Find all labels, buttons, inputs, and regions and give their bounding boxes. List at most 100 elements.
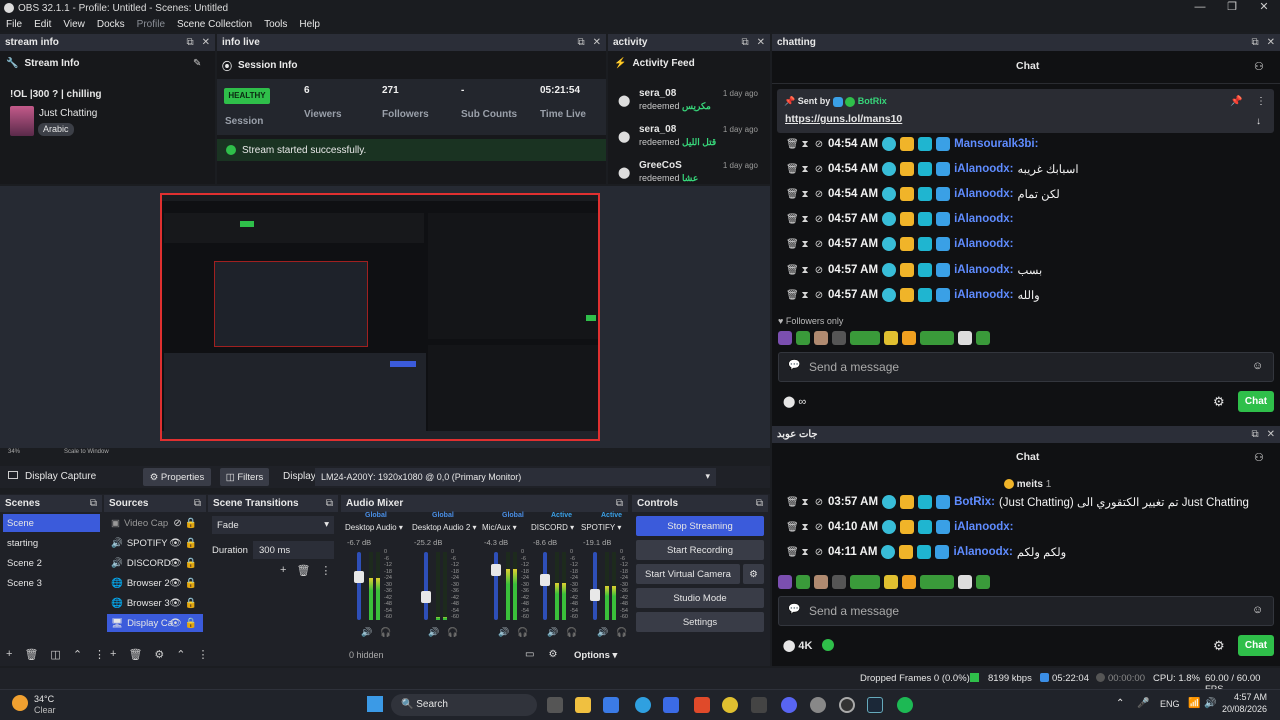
monitor-headphones-icon[interactable]: 🎧 bbox=[566, 627, 577, 638]
channel-name[interactable]: Mic/Aux ▾ bbox=[482, 523, 517, 532]
weather-desc[interactable]: Clear bbox=[34, 705, 56, 715]
message-user[interactable]: iAlanoodx: bbox=[954, 188, 1013, 200]
ban-icon[interactable]: ⊘ bbox=[814, 239, 824, 250]
mute-icon[interactable]: 🔊 bbox=[597, 627, 608, 638]
minimize-button[interactable]: — bbox=[1184, 0, 1216, 16]
emote-icon[interactable] bbox=[958, 575, 972, 589]
volume-knob[interactable] bbox=[421, 590, 431, 603]
close-dock-icon[interactable]: ✕ bbox=[593, 37, 601, 48]
chat-message[interactable]: 🗑 ⧗ ⊘ 04:57 AM iAlanoodx: bbox=[786, 207, 1018, 231]
ban-icon[interactable]: ⊘ bbox=[814, 522, 824, 533]
add-icon[interactable]: + bbox=[6, 648, 12, 661]
users-icon[interactable]: ⚇ bbox=[1254, 60, 1264, 73]
studio-mode-button[interactable]: Studio Mode bbox=[636, 588, 764, 608]
mute-icon[interactable]: 🔊 bbox=[498, 627, 509, 638]
menu-profile[interactable]: Profile bbox=[131, 19, 171, 30]
chat1-send-button[interactable]: Chat bbox=[1238, 391, 1274, 412]
message-user[interactable]: iAlanoodx: bbox=[954, 264, 1013, 276]
timeout-icon[interactable]: ⧗ bbox=[800, 239, 810, 250]
ban-icon[interactable]: ⊘ bbox=[814, 497, 824, 508]
emote-icon[interactable] bbox=[902, 331, 916, 345]
emote-icon[interactable] bbox=[902, 575, 916, 589]
ban-icon[interactable]: ⊘ bbox=[814, 164, 824, 175]
close-dock-icon[interactable]: ✕ bbox=[757, 37, 765, 48]
monitor-headphones-icon[interactable]: 🎧 bbox=[616, 627, 627, 638]
display-select[interactable]: LM24-A200Y: 1920x1080 @ 0,0 (Primary Mon… bbox=[315, 468, 716, 486]
up-icon[interactable]: ⌃ bbox=[73, 648, 82, 661]
monitor-headphones-icon[interactable]: 🎧 bbox=[517, 627, 528, 638]
trash-icon[interactable]: 🗑 bbox=[786, 290, 799, 301]
trash-icon[interactable]: 🗑 bbox=[786, 265, 799, 276]
eye-lock-icons[interactable]: 👁 🔒 bbox=[169, 578, 197, 589]
volume-slider[interactable] bbox=[424, 552, 428, 620]
volume-slider[interactable] bbox=[543, 552, 547, 620]
discord-icon[interactable] bbox=[781, 697, 797, 713]
emote-icon[interactable] bbox=[850, 575, 880, 589]
language-indicator[interactable]: ENG bbox=[1160, 699, 1180, 709]
steam-icon[interactable] bbox=[867, 697, 883, 713]
channel-name[interactable]: SPOTIFY ▾ bbox=[581, 523, 621, 532]
volume-knob[interactable] bbox=[540, 573, 550, 586]
float-icon[interactable]: ⧉ bbox=[194, 498, 201, 509]
emote-icon[interactable] bbox=[976, 575, 990, 589]
emote-icon[interactable] bbox=[884, 331, 898, 345]
eye-lock-icons[interactable]: 👁 🔒 bbox=[169, 558, 197, 569]
collapse-icon[interactable]: ↓ bbox=[1256, 116, 1261, 127]
edge-icon[interactable] bbox=[635, 697, 651, 713]
timeout-icon[interactable]: ⧗ bbox=[800, 214, 810, 225]
users-icon[interactable]: ⚇ bbox=[1254, 451, 1264, 464]
mixer-settings-icon[interactable]: ⚙ bbox=[548, 649, 557, 660]
ban-icon[interactable]: ⊘ bbox=[814, 189, 824, 200]
transition-select[interactable]: Fade ▾ bbox=[212, 516, 334, 534]
edit-icon[interactable]: ✎ bbox=[193, 58, 201, 69]
emote-icon[interactable] bbox=[814, 331, 828, 345]
trash-icon[interactable]: 🗑 bbox=[786, 497, 799, 508]
emote-bar[interactable] bbox=[778, 331, 1028, 346]
pinned-link[interactable]: https://guns.lol/mans10 bbox=[785, 113, 902, 125]
app-icon[interactable] bbox=[663, 697, 679, 713]
emote-bar[interactable] bbox=[778, 575, 1028, 590]
filters-button[interactable]: ◫ Filters bbox=[220, 468, 269, 486]
spotify-icon[interactable] bbox=[897, 697, 913, 713]
timeout-icon[interactable]: ⧗ bbox=[800, 547, 810, 558]
scale-mode[interactable]: Scale to Window bbox=[64, 449, 109, 455]
eye-lock-icons[interactable]: 👁 🔒 bbox=[169, 538, 197, 549]
menu-help[interactable]: Help bbox=[293, 19, 326, 30]
virtual-camera-button[interactable]: Start Virtual Camera bbox=[636, 564, 740, 584]
ban-icon[interactable]: ⊘ bbox=[814, 290, 824, 301]
source-item[interactable]: 🌐 Browser 3 👁 🔒 bbox=[107, 594, 203, 612]
properties-button[interactable]: ⚙ Properties bbox=[143, 468, 211, 486]
virtual-camera-settings-icon[interactable]: ⚙ bbox=[743, 564, 764, 584]
volume-slider[interactable] bbox=[593, 552, 597, 620]
message-user[interactable]: Mansouralk3bi: bbox=[954, 138, 1038, 150]
emote-icon[interactable] bbox=[976, 331, 990, 345]
timeout-icon[interactable]: ⧗ bbox=[800, 265, 810, 276]
duration-input[interactable]: 300 ms bbox=[253, 541, 334, 559]
start-recording-button[interactable]: Start Recording bbox=[636, 540, 764, 560]
trash-icon[interactable]: 🗑 bbox=[786, 214, 799, 225]
scene-item[interactable]: starting bbox=[3, 534, 100, 552]
trash-icon[interactable]: 🗑 bbox=[786, 239, 799, 250]
zoom-level[interactable]: 34% bbox=[8, 449, 20, 455]
chrome-icon[interactable] bbox=[722, 697, 738, 713]
scene-item[interactable]: Scene 2 bbox=[3, 554, 100, 572]
timeout-icon[interactable]: ⧗ bbox=[800, 497, 810, 508]
emote-icon[interactable] bbox=[814, 575, 828, 589]
menu-edit[interactable]: Edit bbox=[28, 19, 57, 30]
emote-icon[interactable] bbox=[884, 575, 898, 589]
mute-icon[interactable]: 🔊 bbox=[361, 627, 372, 638]
scene-item[interactable]: Scene 3 bbox=[3, 574, 100, 592]
emote-icon[interactable] bbox=[920, 575, 954, 589]
app-icon[interactable] bbox=[751, 697, 767, 713]
channel-name[interactable]: Desktop Audio ▾ bbox=[345, 523, 403, 532]
float-icon[interactable]: ⧉ bbox=[326, 498, 333, 509]
monitor-headphones-icon[interactable]: 🎧 bbox=[447, 627, 458, 638]
taskbar-search[interactable]: 🔍 Search bbox=[391, 694, 537, 716]
message-user[interactable]: iAlanoodx: bbox=[954, 521, 1013, 533]
chat-message[interactable]: 🗑 ⧗ ⊘ 04:54 AM iAlanoodx: لكن تمام bbox=[786, 182, 1060, 206]
timeout-icon[interactable]: ⧗ bbox=[800, 139, 810, 150]
chat-message[interactable]: 🗑 ⧗ ⊘ 04:11 AM iAlanoodx: ولكم ولكم bbox=[786, 540, 1066, 564]
preview-source-frame[interactable] bbox=[160, 193, 600, 441]
trash-icon[interactable]: 🗑 bbox=[24, 648, 38, 661]
emoji-icon[interactable]: ☺ bbox=[1252, 604, 1263, 616]
